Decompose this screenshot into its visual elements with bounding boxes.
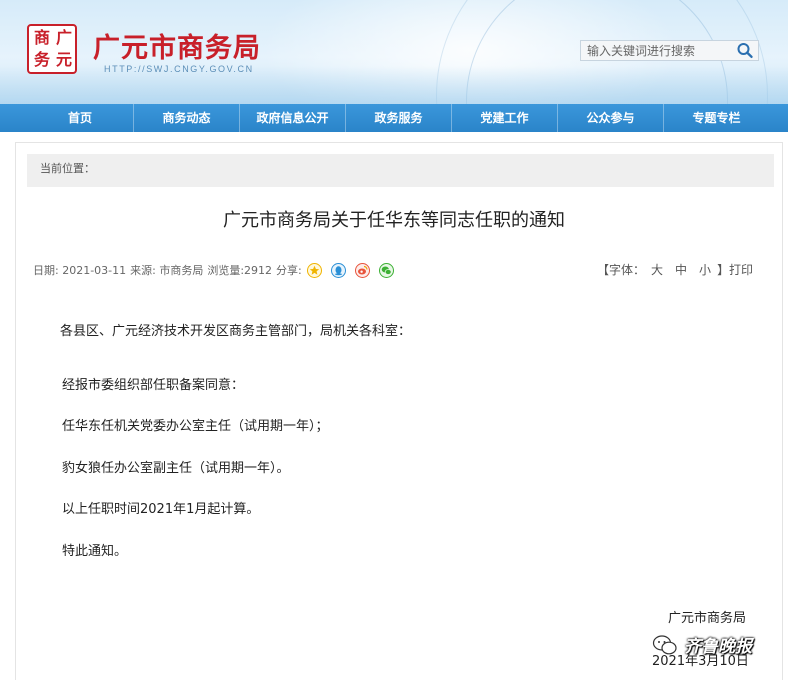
site-url: HTTP://SWJ.CNGY.GOV.CN: [104, 64, 254, 74]
logo-char: 广: [56, 28, 73, 47]
article-paragraph: 特此通知。: [62, 544, 128, 559]
search-box: [580, 40, 759, 61]
nav-item-gov-services[interactable]: 政务服务: [346, 104, 451, 132]
search-icon[interactable]: [736, 42, 754, 59]
logo-char: 元: [56, 50, 73, 69]
share-label: 分享:: [276, 264, 302, 277]
article-date: 日期: 2021-03-11: [33, 264, 127, 277]
nav-item-public-participation[interactable]: 公众参与: [558, 104, 663, 132]
article-views: 浏览量:2912: [207, 264, 273, 277]
weibo-share-icon[interactable]: [354, 262, 370, 278]
article-paragraph: 任华东任机关党委办公室主任（试用期一年）；: [62, 419, 329, 434]
qzone-share-icon[interactable]: [306, 262, 322, 278]
article-paragraph: 经报市委组织部任职备案同意：: [62, 378, 245, 393]
wechat-watermark-icon: [652, 634, 677, 654]
article-meta: 日期: 2021-03-11 来源: 市商务局 浏览量:2912 分享:: [33, 262, 398, 278]
font-size-large-button[interactable]: 大: [651, 263, 663, 277]
wechat-share-icon[interactable]: [378, 262, 394, 278]
watermark-text: 齐鲁晚报: [684, 637, 752, 657]
qq-share-icon[interactable]: [330, 262, 346, 278]
nav-item-home[interactable]: 首页: [53, 104, 107, 132]
search-input[interactable]: [587, 42, 727, 59]
font-size-label: 【字体：: [597, 263, 646, 277]
nav-item-special-topics[interactable]: 专题专栏: [664, 104, 769, 132]
print-button[interactable]: 打印: [729, 261, 753, 278]
article-title: 广元市商务局关于任华东等同志任职的通知: [223, 210, 565, 231]
site-logo-seal[interactable]: 商 广 务 元: [27, 24, 77, 74]
watermark: 齐鲁晚报: [652, 632, 752, 657]
nav-item-party-work[interactable]: 党建工作: [452, 104, 557, 132]
article-source: 来源: 市商务局: [130, 264, 204, 277]
font-size-small-button[interactable]: 小: [699, 263, 711, 277]
article-paragraph: 以上任职时间2021年1月起计算。: [62, 502, 260, 517]
main-nav: 首页 商务动态 政府信息公开 政务服务 党建工作 公众参与 专题专栏: [0, 104, 788, 132]
breadcrumb: 当前位置：: [27, 154, 774, 187]
site-name[interactable]: 广元市商务局: [93, 26, 261, 65]
logo-char: 务: [34, 50, 51, 69]
font-size-medium-button[interactable]: 中: [675, 263, 687, 277]
article-paragraph: 豹女狼任办公室副主任（试用期一年）。: [62, 461, 290, 476]
site-header: 商 广 务 元 广元市商务局 HTTP://SWJ.CNGY.GOV.CN: [0, 0, 788, 104]
article-salutation: 各县区、广元经济技术开发区商务主管部门，局机关各科室：: [60, 324, 412, 339]
nav-item-gov-info[interactable]: 政府信息公开: [240, 104, 345, 132]
nav-item-business-news[interactable]: 商务动态: [134, 104, 239, 132]
article-signature: 广元市商务局: [668, 611, 747, 626]
font-size-switcher: 【字体： 大中小】: [597, 261, 729, 278]
logo-char: 商: [34, 28, 51, 47]
font-size-close-bracket: 】: [717, 263, 730, 277]
